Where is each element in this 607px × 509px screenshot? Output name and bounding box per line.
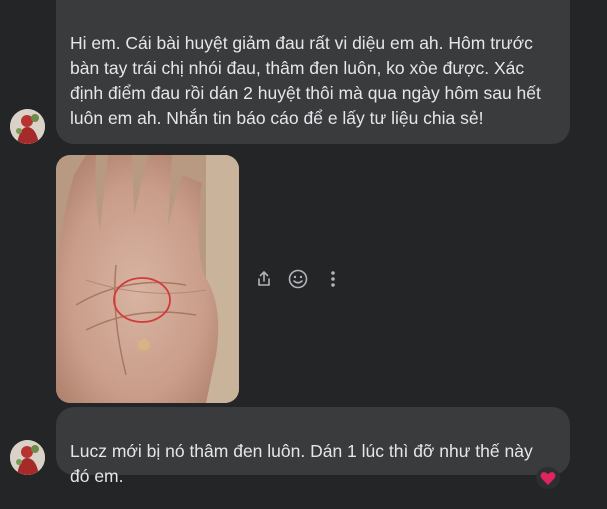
palm-photo[interactable] <box>56 155 239 403</box>
message-bubble-1[interactable]: Hi em. Cái bài huyệt giảm đau rất vi diệ… <box>56 0 570 144</box>
message-text-2: Lucz mới bị nó thâm đen luôn. Dán 1 lúc … <box>70 441 533 486</box>
message-text-1: Hi em. Cái bài huyệt giảm đau rất vi diệ… <box>70 33 541 128</box>
heart-icon <box>540 471 556 485</box>
more-options-icon[interactable] <box>322 268 344 290</box>
heart-reaction[interactable] <box>536 467 560 489</box>
message-bubble-2[interactable]: Lucz mới bị nó thâm đen luôn. Dán 1 lúc … <box>56 407 570 486</box>
avatar-image <box>10 109 45 144</box>
avatar-image <box>10 440 45 475</box>
share-icon[interactable] <box>253 268 275 290</box>
avatar[interactable] <box>10 109 45 144</box>
avatar[interactable] <box>10 440 45 475</box>
palm-image <box>56 155 239 403</box>
emoji-icon[interactable] <box>287 268 309 290</box>
